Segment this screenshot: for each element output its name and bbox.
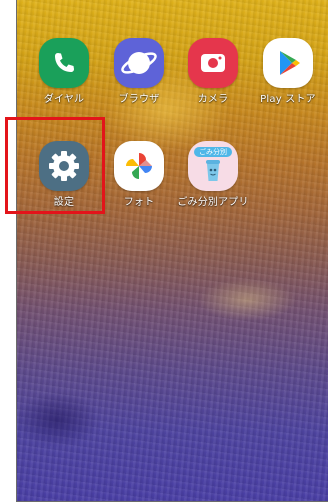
app-play-store[interactable]: Play ストア (250, 38, 326, 105)
phone-icon (39, 38, 89, 88)
app-garbage-sorting[interactable]: ごみ分別 ごみ分別アプリ (175, 141, 251, 208)
pinwheel-icon (114, 141, 164, 191)
home-screen: ダイヤル ブラウザ カメラ Play ストア 設定 フォト ごみ分別 ごみ分別ア… (16, 0, 328, 502)
garbage-app-icon: ごみ分別 (188, 141, 238, 191)
planet-icon (114, 38, 164, 88)
app-browser[interactable]: ブラウザ (101, 38, 177, 105)
play-store-icon (263, 38, 313, 88)
camera-icon (188, 38, 238, 88)
app-label: フォト (123, 197, 155, 208)
settings-highlight-box (5, 117, 105, 214)
app-camera[interactable]: カメラ (175, 38, 251, 105)
app-dialer[interactable]: ダイヤル (26, 38, 102, 105)
app-label: Play ストア (260, 94, 316, 105)
app-label: ごみ分別アプリ (177, 197, 249, 208)
app-label: ダイヤル (43, 94, 85, 105)
app-photos[interactable]: フォト (101, 141, 177, 208)
app-label: カメラ (197, 94, 229, 105)
app-label: ブラウザ (118, 94, 160, 105)
